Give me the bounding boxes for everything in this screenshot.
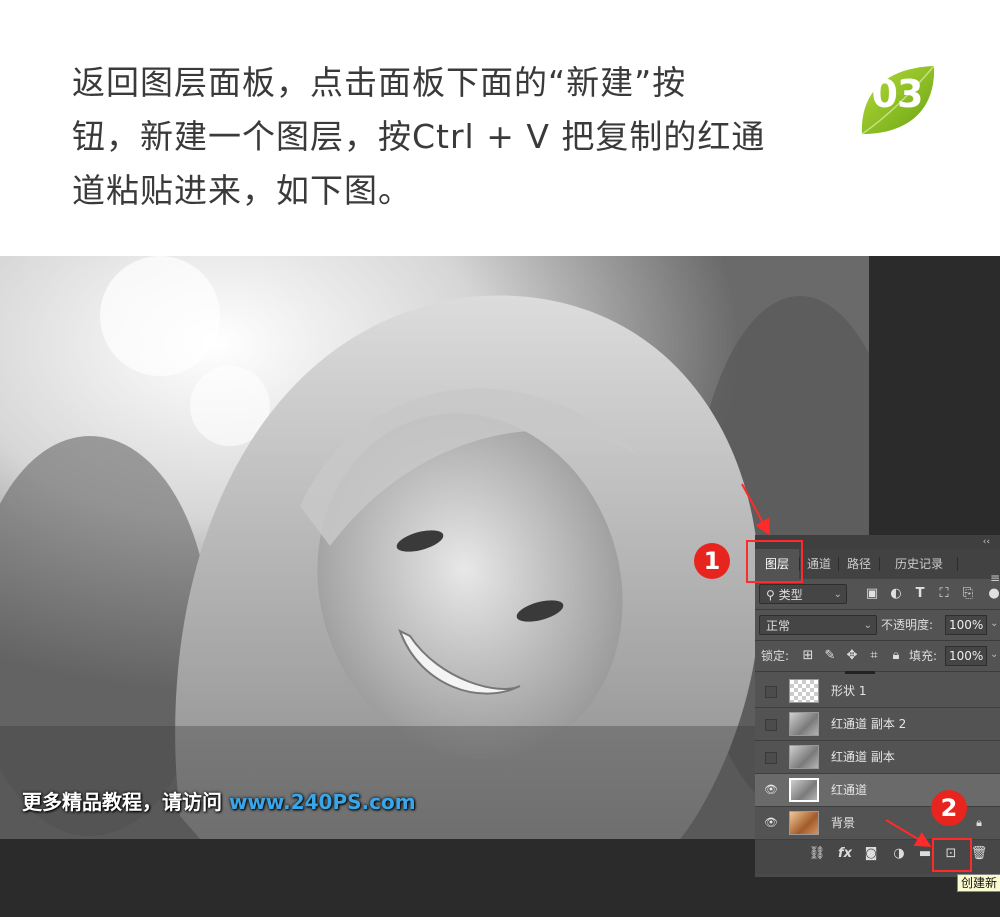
adjustment-filter-icon[interactable]: ◐ <box>887 579 905 609</box>
layer-name: 红通道 <box>831 783 868 797</box>
tab-divider <box>957 557 958 571</box>
lock-move-icon[interactable]: ✥ <box>843 641 861 671</box>
layer-name: 背景 <box>831 816 856 830</box>
layers-panel: ‹‹ 图层 通道 路径 历史记录 ≡ ⚲ 类型 ⌄ ▣ ◐ T ⛶ ⎘ ● 正常… <box>755 535 1000 877</box>
step-badge: 03 <box>858 64 936 136</box>
tab-paths[interactable]: 路径 <box>839 549 879 579</box>
new-layer-tooltip: 创建新 <box>957 874 1000 892</box>
shape-filter-icon[interactable]: ⛶ <box>935 579 953 609</box>
layer-filter-row: ⚲ 类型 ⌄ ▣ ◐ T ⛶ ⎘ ● <box>755 579 1000 610</box>
step-number: 03 <box>871 72 924 116</box>
watermark-url: www.240PS.com <box>228 790 416 814</box>
adjustment-layer-icon[interactable]: ◑ <box>889 840 909 868</box>
grayscale-portrait-image <box>0 256 869 839</box>
layer-thumbnail <box>789 712 819 736</box>
step-marker-2: 2 <box>931 790 967 826</box>
filter-type-select[interactable]: ⚲ 类型 ⌄ <box>759 584 847 604</box>
tab-channels[interactable]: 通道 <box>800 549 838 579</box>
layer-name: 红通道 副本 <box>831 750 895 764</box>
collapse-panel-icon[interactable]: ‹‹ <box>983 535 990 549</box>
chevron-down-icon: ⌄ <box>833 589 842 600</box>
lock-artboard-icon[interactable]: ⌗ <box>865 641 883 671</box>
instruction-line: 道粘贴进来，如下图。 <box>72 171 412 210</box>
smart-object-filter-icon[interactable]: ⎘ <box>959 579 977 609</box>
fx-button[interactable]: fx <box>835 840 855 868</box>
fill-input[interactable]: 100% <box>945 646 987 666</box>
blend-row: 正常 ⌄ 不透明度: 100% ⌄ <box>755 610 1000 641</box>
trash-icon[interactable]: 🗑︎ <box>969 840 989 868</box>
tab-divider <box>879 557 880 571</box>
add-mask-icon[interactable]: ◙ <box>861 840 881 868</box>
instruction-line: 返回图层面板，点击面板下面的“新建”按 <box>72 63 687 102</box>
fill-label: 填充: <box>909 649 938 663</box>
eye-icon[interactable]: 👁︎ <box>763 774 779 806</box>
lock-row: 锁定: ⊞ ✎ ✥ ⌗ 🔒︎ 填充: 100% ⌄ <box>755 641 1000 672</box>
layers-list: 形状 1 红通道 副本 2 红通道 副本 👁︎ 红通道 👁︎ 背景 🔒︎ <box>755 671 1000 863</box>
layer-thumbnail <box>789 745 819 769</box>
layer-name: 红通道 副本 2 <box>831 717 907 731</box>
chevron-down-icon: ⌄ <box>863 620 872 631</box>
scroll-partial-layer <box>845 671 875 674</box>
opacity-label: 不透明度: <box>881 618 934 632</box>
eye-icon[interactable]: 👁︎ <box>763 807 779 839</box>
lock-transparent-icon[interactable]: ⊞ <box>799 641 817 671</box>
layer-name: 形状 1 <box>831 684 867 698</box>
instruction-line: 钮，新建一个图层，按Ctrl + V 把复制的红通 <box>72 117 766 156</box>
watermark-text: 更多精品教程，请访问 www.240PS.com <box>22 786 416 815</box>
visibility-toggle[interactable] <box>765 752 777 764</box>
highlight-new-layer-button <box>932 838 972 872</box>
layer-row-shape-1[interactable]: 形状 1 <box>755 675 1000 708</box>
filter-toggle-icon[interactable]: ● <box>985 579 1000 609</box>
lock-all-icon[interactable]: 🔒︎ <box>887 641 905 671</box>
highlight-layers-tab <box>746 540 803 583</box>
blend-mode-select[interactable]: 正常 ⌄ <box>759 615 877 635</box>
chevron-down-icon[interactable]: ⌄ <box>990 618 998 629</box>
watermark-prefix: 更多精品教程，请访问 <box>22 790 222 814</box>
layer-thumbnail <box>789 778 819 802</box>
visibility-toggle[interactable] <box>765 686 777 698</box>
instruction-text: 返回图层面板，点击面板下面的“新建”按 钮，新建一个图层，按Ctrl + V 把… <box>72 56 832 218</box>
blend-mode-value: 正常 <box>766 619 791 633</box>
layer-row-red-channel-copy-2[interactable]: 红通道 副本 2 <box>755 708 1000 741</box>
layer-thumbnail <box>789 679 819 703</box>
lock-label: 锁定: <box>761 649 790 663</box>
step-marker-1: 1 <box>694 543 730 579</box>
text-filter-icon[interactable]: T <box>911 579 929 609</box>
chevron-down-icon[interactable]: ⌄ <box>990 649 998 660</box>
layer-thumbnail <box>789 811 819 835</box>
visibility-toggle[interactable] <box>765 719 777 731</box>
search-icon: ⚲ <box>766 588 775 602</box>
link-layers-icon[interactable]: ⛓ <box>807 840 827 868</box>
filter-type-label: 类型 <box>778 588 803 602</box>
lock-brush-icon[interactable]: ✎ <box>821 641 839 671</box>
image-filter-icon[interactable]: ▣ <box>863 579 881 609</box>
opacity-input[interactable]: 100% <box>945 615 987 635</box>
tab-history[interactable]: 历史记录 <box>881 549 957 579</box>
layer-row-red-channel-copy[interactable]: 红通道 副本 <box>755 741 1000 774</box>
lock-icon: 🔒︎ <box>976 816 982 829</box>
